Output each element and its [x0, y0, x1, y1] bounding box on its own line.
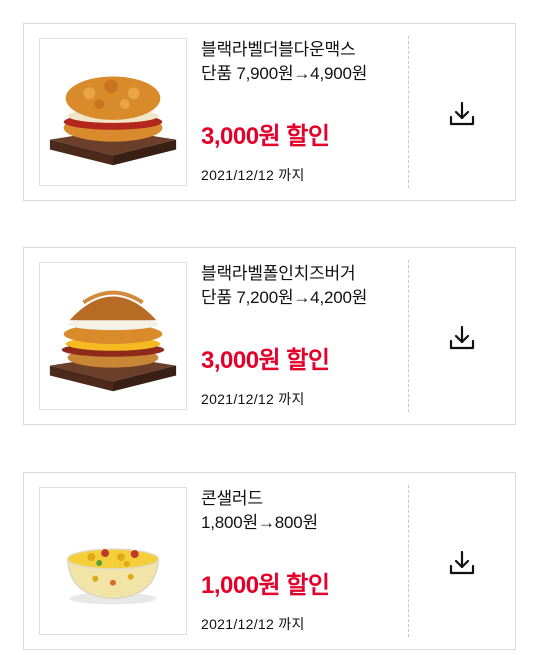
coupon-info: 블랙라벨더블다운맥스 단품 7,900원→4,900원 3,000원 할인 20…: [201, 38, 401, 188]
discount-amount: 1,000원 할인: [201, 572, 330, 599]
product-image-corn-salad: [39, 487, 187, 635]
download-button[interactable]: [448, 324, 476, 352]
coupon-card: 블랙라벨폴인치즈버거 단품 7,200원→4,200원 3,000원 할인 20…: [23, 247, 516, 425]
download-button[interactable]: [448, 549, 476, 577]
dashed-divider: [408, 260, 409, 412]
download-icon: [449, 550, 475, 575]
price-change: 단품 7,200원→4,200원: [201, 288, 368, 307]
download-icon: [449, 325, 475, 350]
product-image-double-down-max: [39, 38, 187, 186]
coupon-card: 블랙라벨더블다운맥스 단품 7,900원→4,900원 3,000원 할인 20…: [23, 23, 516, 201]
expiry-date: 2021/12/12 까지: [201, 391, 305, 407]
product-name: 블랙라벨더블다운맥스: [201, 40, 356, 59]
coupon-info: 블랙라벨폴인치즈버거 단품 7,200원→4,200원 3,000원 할인 20…: [201, 262, 401, 412]
product-name: 블랙라벨폴인치즈버거: [201, 264, 356, 283]
dashed-divider: [408, 485, 409, 637]
download-button[interactable]: [448, 100, 476, 128]
price-change: 1,800원→800원: [201, 513, 318, 532]
discount-amount: 3,000원 할인: [201, 123, 330, 150]
expiry-date: 2021/12/12 까지: [201, 616, 305, 632]
price-change: 단품 7,900원→4,900원: [201, 64, 368, 83]
product-image-fall-in-cheese-burger: [39, 262, 187, 410]
coupon-card: 콘샐러드 1,800원→800원 1,000원 할인 2021/12/12 까지: [23, 472, 516, 650]
discount-amount: 3,000원 할인: [201, 347, 330, 374]
product-name: 콘샐러드: [201, 489, 263, 508]
download-icon: [449, 101, 475, 126]
coupon-info: 콘샐러드 1,800원→800원 1,000원 할인 2021/12/12 까지: [201, 487, 401, 637]
expiry-date: 2021/12/12 까지: [201, 167, 305, 183]
dashed-divider: [408, 36, 409, 188]
